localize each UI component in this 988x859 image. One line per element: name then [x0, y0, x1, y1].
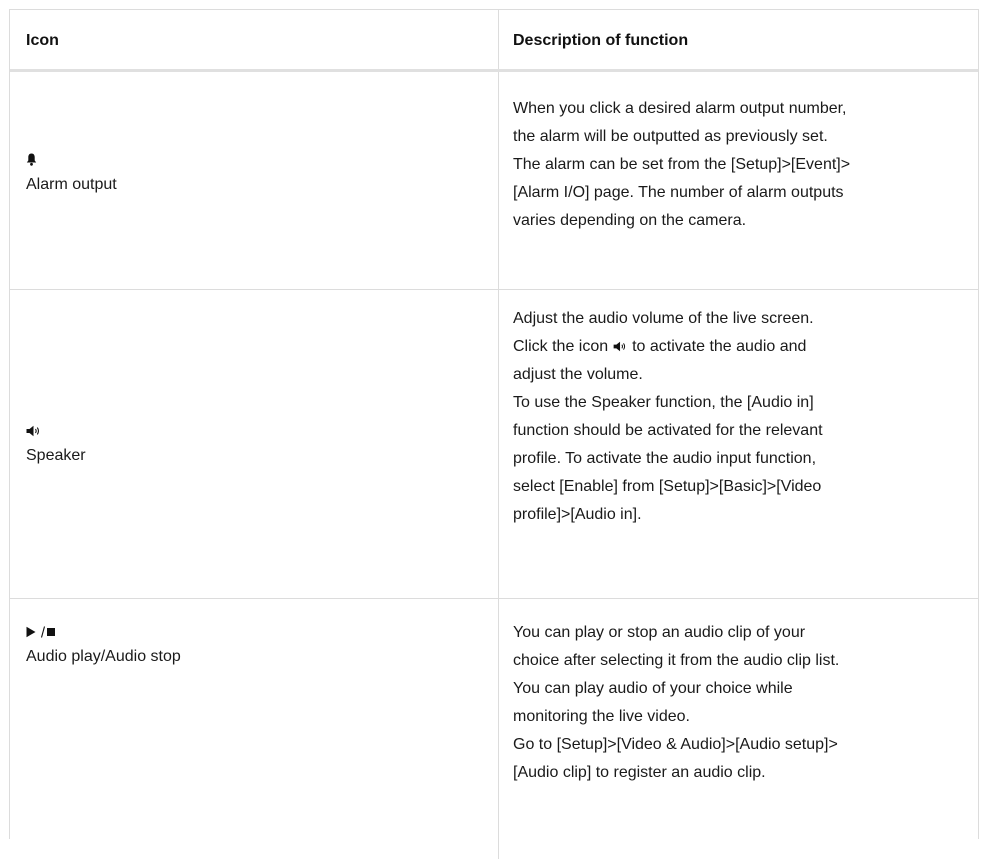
description-line: varies depending on the camera. — [513, 212, 747, 229]
description-line: adjust the volume. — [513, 366, 643, 383]
table-header-row: Icon Description of function — [10, 10, 978, 72]
description-line: monitoring the live video. — [513, 708, 690, 725]
header-description: Description of function — [513, 32, 689, 49]
header-icon: Icon — [26, 32, 59, 49]
icon-name: Speaker — [26, 447, 86, 464]
description-line: the alarm will be outputted as previousl… — [513, 128, 828, 145]
speaker-icon — [613, 340, 628, 354]
description-line: select [Enable] from [Setup]>[Basic]>[Vi… — [513, 478, 822, 495]
speaker-icon — [26, 417, 86, 443]
description-text: to activate the audio and — [632, 338, 807, 355]
icon-name: Alarm output — [26, 176, 117, 193]
description-line: profile]>[Audio in]. — [513, 506, 642, 523]
description-line: You can play or stop an audio clip of yo… — [513, 624, 806, 641]
column-divider — [498, 290, 499, 598]
description-line: profile. To activate the audio input fun… — [513, 450, 817, 467]
column-divider — [498, 10, 499, 69]
description-line: Adjust the audio volume of the live scre… — [513, 310, 814, 327]
description-cell: When you click a desired alarm output nu… — [513, 95, 963, 235]
description-line: Click the icon to activate the audio and — [513, 333, 963, 361]
description-text: Click the icon — [513, 338, 609, 355]
bell-icon — [26, 146, 117, 172]
description-line: Go to [Setup]>[Video & Audio]>[Audio set… — [513, 736, 838, 753]
description-line: [Alarm I/O] page. The number of alarm ou… — [513, 184, 844, 201]
icon-cell: Audio play/Audio stop — [26, 618, 181, 670]
table-row: Alarm output When you click a desired al… — [10, 72, 978, 290]
description-line: [Audio clip] to register an audio clip. — [513, 764, 766, 781]
icon-cell: Speaker — [26, 417, 86, 469]
description-line: function should be activated for the rel… — [513, 422, 823, 439]
icon-cell: Alarm output — [26, 146, 117, 198]
description-line: The alarm can be set from the [Setup]>[E… — [513, 156, 851, 173]
play-stop-icon — [26, 618, 181, 644]
column-divider — [498, 599, 499, 859]
column-divider — [498, 72, 499, 289]
description-line: When you click a desired alarm output nu… — [513, 100, 847, 117]
table-row: Speaker Adjust the audio volume of the l… — [10, 290, 978, 599]
description-line: choice after selecting it from the audio… — [513, 652, 840, 669]
description-cell: Adjust the audio volume of the live scre… — [513, 305, 963, 529]
function-table: Icon Description of function Alarm outpu… — [9, 9, 979, 859]
icon-name: Audio play/Audio stop — [26, 648, 181, 665]
table-row: Audio play/Audio stop You can play or st… — [10, 599, 978, 859]
description-line: To use the Speaker function, the [Audio … — [513, 394, 814, 411]
description-cell: You can play or stop an audio clip of yo… — [513, 619, 963, 787]
description-line: You can play audio of your choice while — [513, 680, 793, 697]
